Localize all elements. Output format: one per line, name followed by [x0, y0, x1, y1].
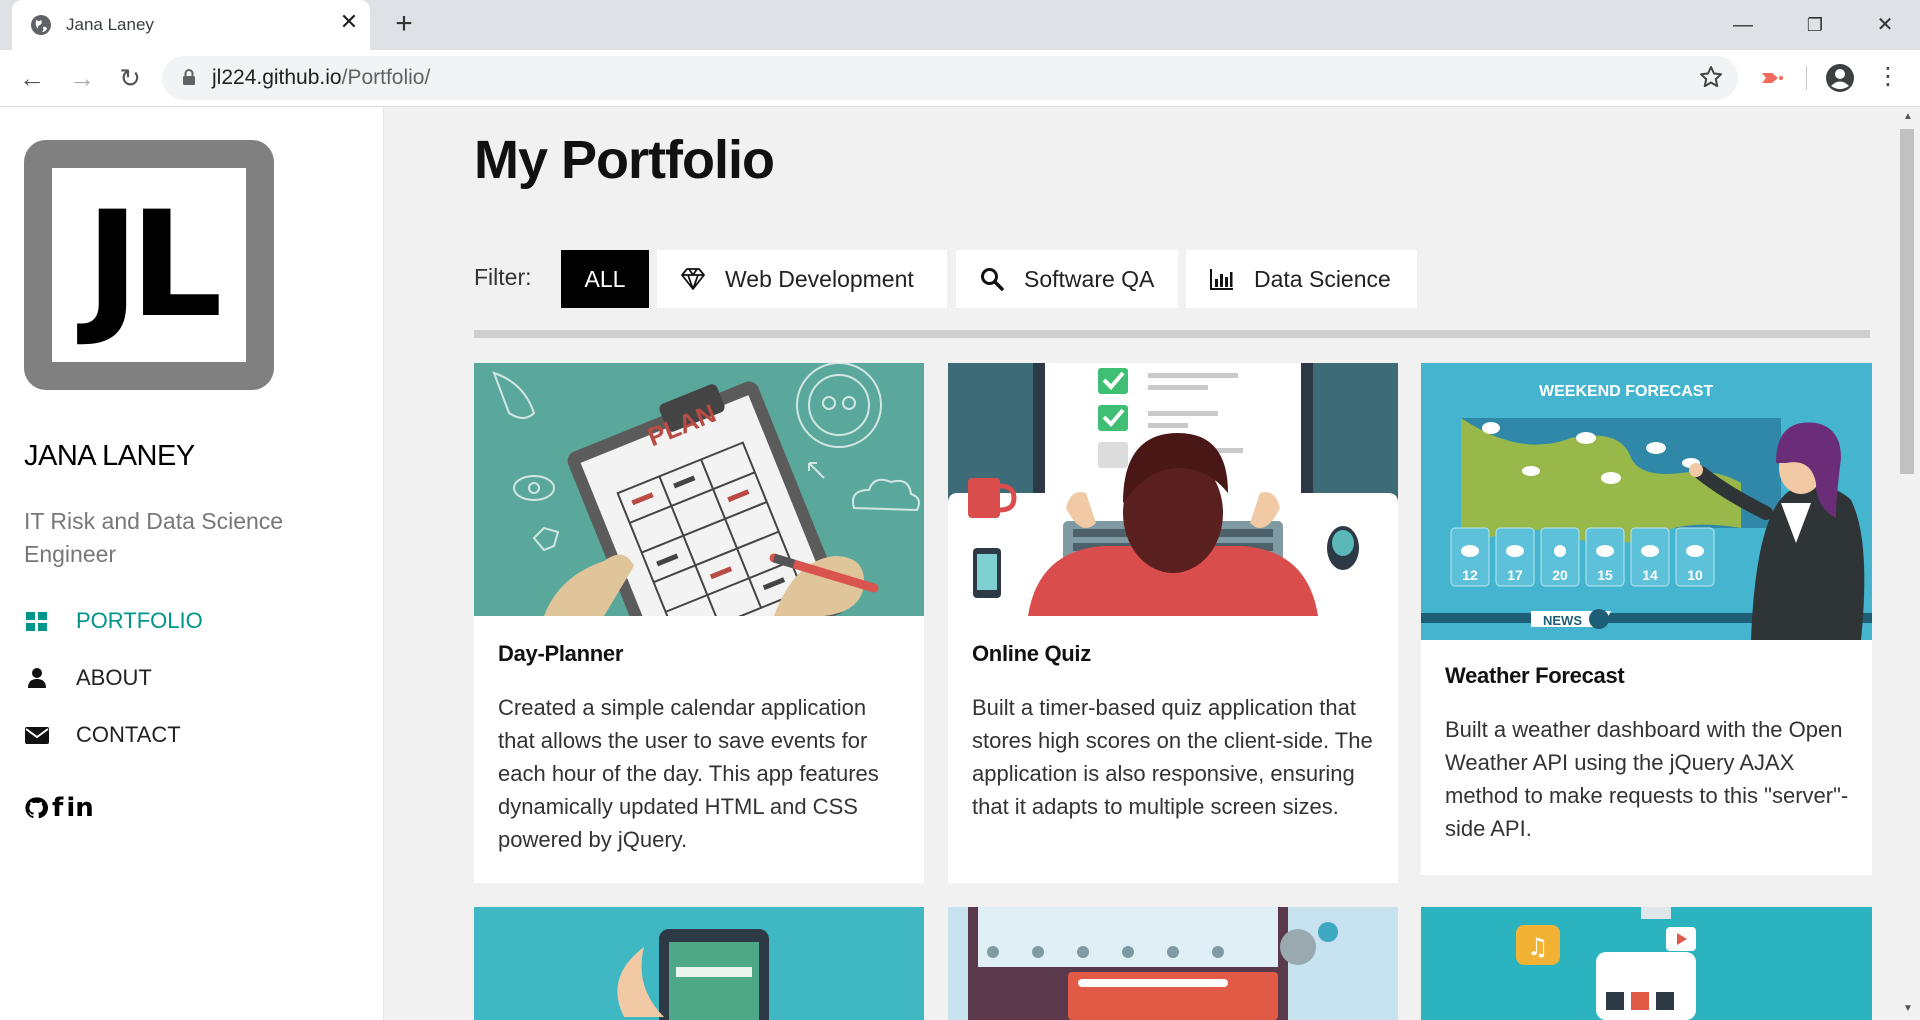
temp-label: 10	[1687, 567, 1703, 583]
project-description: Built a weather dashboard with the Open …	[1445, 717, 1849, 841]
project-image: PLAN	[474, 363, 924, 616]
temp-label: 14	[1642, 567, 1658, 583]
browser-tab[interactable]: Jana Laney ✕	[12, 0, 370, 50]
sidebar: JL JANA LANEY IT Risk and Data Science E…	[0, 107, 384, 1020]
planner-illustration: PLAN	[474, 363, 924, 616]
weekend-forecast-text: WEEKEND FORECAST	[1539, 383, 1713, 400]
project-title: Weather Forecast	[1445, 663, 1625, 688]
tab-title: Jana Laney	[66, 15, 154, 34]
nav-label: CONTACT	[76, 722, 181, 747]
temp-label: 12	[1462, 567, 1478, 583]
project-card-day-planner[interactable]: PLAN Day-Planner Created a simple calend…	[474, 363, 924, 883]
social-links: f in	[24, 793, 97, 823]
close-window-icon[interactable]: ✕	[1872, 12, 1898, 38]
page-viewport: JL JANA LANEY IT Risk and Data Science E…	[0, 107, 1920, 1020]
profile-icon[interactable]	[1824, 62, 1856, 94]
weather-illustration: WEEKEND FORECAST 12 17 20 15 14 10 NEWS	[1421, 363, 1872, 640]
bar-chart-icon	[1210, 269, 1233, 290]
filter-label-text: Web Development	[725, 265, 914, 292]
filter-label-text: Data Science	[1254, 265, 1391, 292]
nav-label: ABOUT	[76, 665, 152, 690]
filter-software-qa-button[interactable]: Software QA	[956, 250, 1178, 308]
filter-data-science-button[interactable]: Data Science	[1186, 250, 1417, 308]
facebook-icon[interactable]: f	[52, 793, 63, 823]
temp-label: 17	[1507, 567, 1523, 583]
bookmark-star-icon[interactable]	[1698, 64, 1724, 90]
reload-icon[interactable]: ↻	[114, 62, 146, 94]
project-image: WEEKEND FORECAST 12 17 20 15 14 10 NEWS	[1421, 363, 1872, 640]
logo-inner: JL	[52, 168, 246, 362]
project-image	[948, 363, 1398, 616]
logo: JL	[24, 140, 274, 390]
project-title: Day-Planner	[498, 641, 624, 666]
linkedin-icon[interactable]: in	[66, 793, 93, 823]
search-icon	[981, 268, 1004, 291]
nav-label: PORTFOLIO	[76, 608, 203, 633]
kebab-menu-icon[interactable]: ⋮	[1876, 62, 1900, 94]
news-logo-text: NEWS	[1543, 613, 1582, 628]
filter-label: Filter:	[474, 264, 532, 290]
temp-label: 20	[1552, 567, 1568, 583]
project-card-row2-2[interactable]	[948, 907, 1398, 1020]
logo-text: JL	[85, 180, 222, 350]
user-icon	[28, 668, 46, 688]
restore-icon[interactable]: ❐	[1802, 12, 1828, 38]
svg-text:♫: ♫	[1527, 933, 1549, 961]
filter-divider	[474, 330, 1870, 338]
browser-toolbar: ← → ↻ jl224.github.io/Portfolio/ ⋮	[0, 50, 1920, 107]
page-scrollbar[interactable]: ▲ ▼	[1896, 107, 1920, 1020]
profile-name: JANA LANEY	[24, 440, 195, 472]
address-bar[interactable]: jl224.github.io/Portfolio/	[162, 56, 1738, 100]
project-description: Built a timer-based quiz application tha…	[972, 695, 1373, 819]
grid-icon	[26, 612, 47, 631]
nav-item-contact[interactable]: CONTACT	[24, 718, 181, 752]
filter-label-text: ALL	[584, 265, 626, 292]
project-card-online-quiz[interactable]: Online Quiz Built a timer-based quiz app…	[948, 363, 1398, 883]
project-description: Created a simple calendar application th…	[498, 695, 879, 852]
project-card-row2-3[interactable]: ♫	[1421, 907, 1872, 1020]
minimize-icon[interactable]: —	[1730, 12, 1756, 38]
nav-item-about[interactable]: ABOUT	[24, 661, 152, 695]
project-card-row2-1[interactable]	[474, 907, 924, 1020]
filter-web-development-button[interactable]: Web Development	[657, 250, 947, 308]
close-tab-icon[interactable]: ✕	[338, 11, 360, 33]
diamond-icon	[681, 268, 705, 290]
project-card-weather-forecast[interactable]: WEEKEND FORECAST 12 17 20 15 14 10 NEWS …	[1421, 363, 1872, 875]
quiz-illustration	[948, 363, 1398, 616]
back-arrow-icon[interactable]: ←	[16, 62, 48, 94]
filter-label-text: Software QA	[1024, 265, 1155, 292]
url-text: jl224.github.io/Portfolio/	[212, 66, 431, 89]
nav-item-portfolio[interactable]: PORTFOLIO	[24, 604, 203, 638]
github-icon[interactable]	[24, 796, 48, 820]
web-workflow-illustration	[948, 907, 1398, 1020]
extension-icon[interactable]	[1758, 64, 1786, 92]
profile-role: IT Risk and Data Science Engineer	[24, 508, 284, 567]
envelope-icon	[25, 727, 49, 744]
main-content: My Portfolio Filter: ALL Web Development…	[474, 107, 1872, 1020]
scroll-down-arrow-icon[interactable]: ▼	[1902, 1003, 1914, 1015]
page-title: My Portfolio	[474, 130, 775, 190]
scrollbar-thumb[interactable]	[1900, 129, 1914, 474]
temp-label: 15	[1597, 567, 1613, 583]
browser-tab-strip: Jana Laney ✕ + — ❐ ✕	[0, 0, 1920, 50]
toolbar-separator	[1806, 66, 1807, 90]
mobile-app-illustration	[474, 907, 924, 1020]
forward-arrow-icon[interactable]: →	[66, 62, 98, 94]
project-title: Online Quiz	[972, 641, 1091, 666]
scroll-up-arrow-icon[interactable]: ▲	[1902, 111, 1914, 123]
apps-illustration: ♫	[1421, 907, 1872, 1020]
globe-icon	[31, 15, 51, 35]
new-tab-button[interactable]: +	[388, 9, 420, 41]
filter-all-button[interactable]: ALL	[561, 250, 649, 308]
lock-icon	[183, 69, 195, 85]
